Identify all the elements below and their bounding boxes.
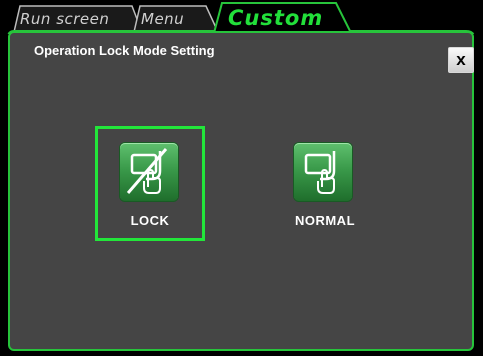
operation-lock-panel: Operation Lock Mode Setting x LOCK NORMA… — [8, 31, 474, 351]
tab-menu[interactable]: Menu — [136, 0, 216, 34]
tab-run-screen-label: Run screen — [20, 10, 110, 28]
hand-on-screen-icon — [294, 143, 352, 201]
tab-custom-label: Custom — [228, 6, 324, 30]
normal-label: NORMAL — [294, 213, 356, 228]
hand-on-screen-slashed-icon — [120, 143, 178, 201]
tab-run-screen[interactable]: Run screen — [14, 0, 138, 34]
close-icon: x — [456, 50, 466, 69]
close-button[interactable]: x — [448, 47, 474, 73]
page-title: Operation Lock Mode Setting — [34, 43, 215, 58]
tab-bar: Run screen Menu Custom — [0, 0, 483, 34]
lock-option[interactable]: LOCK — [95, 126, 205, 241]
tab-menu-label: Menu — [141, 10, 185, 28]
normal-option[interactable]: NORMAL — [270, 126, 380, 241]
tab-custom[interactable]: Custom — [216, 0, 346, 34]
lock-label: LOCK — [130, 213, 170, 228]
